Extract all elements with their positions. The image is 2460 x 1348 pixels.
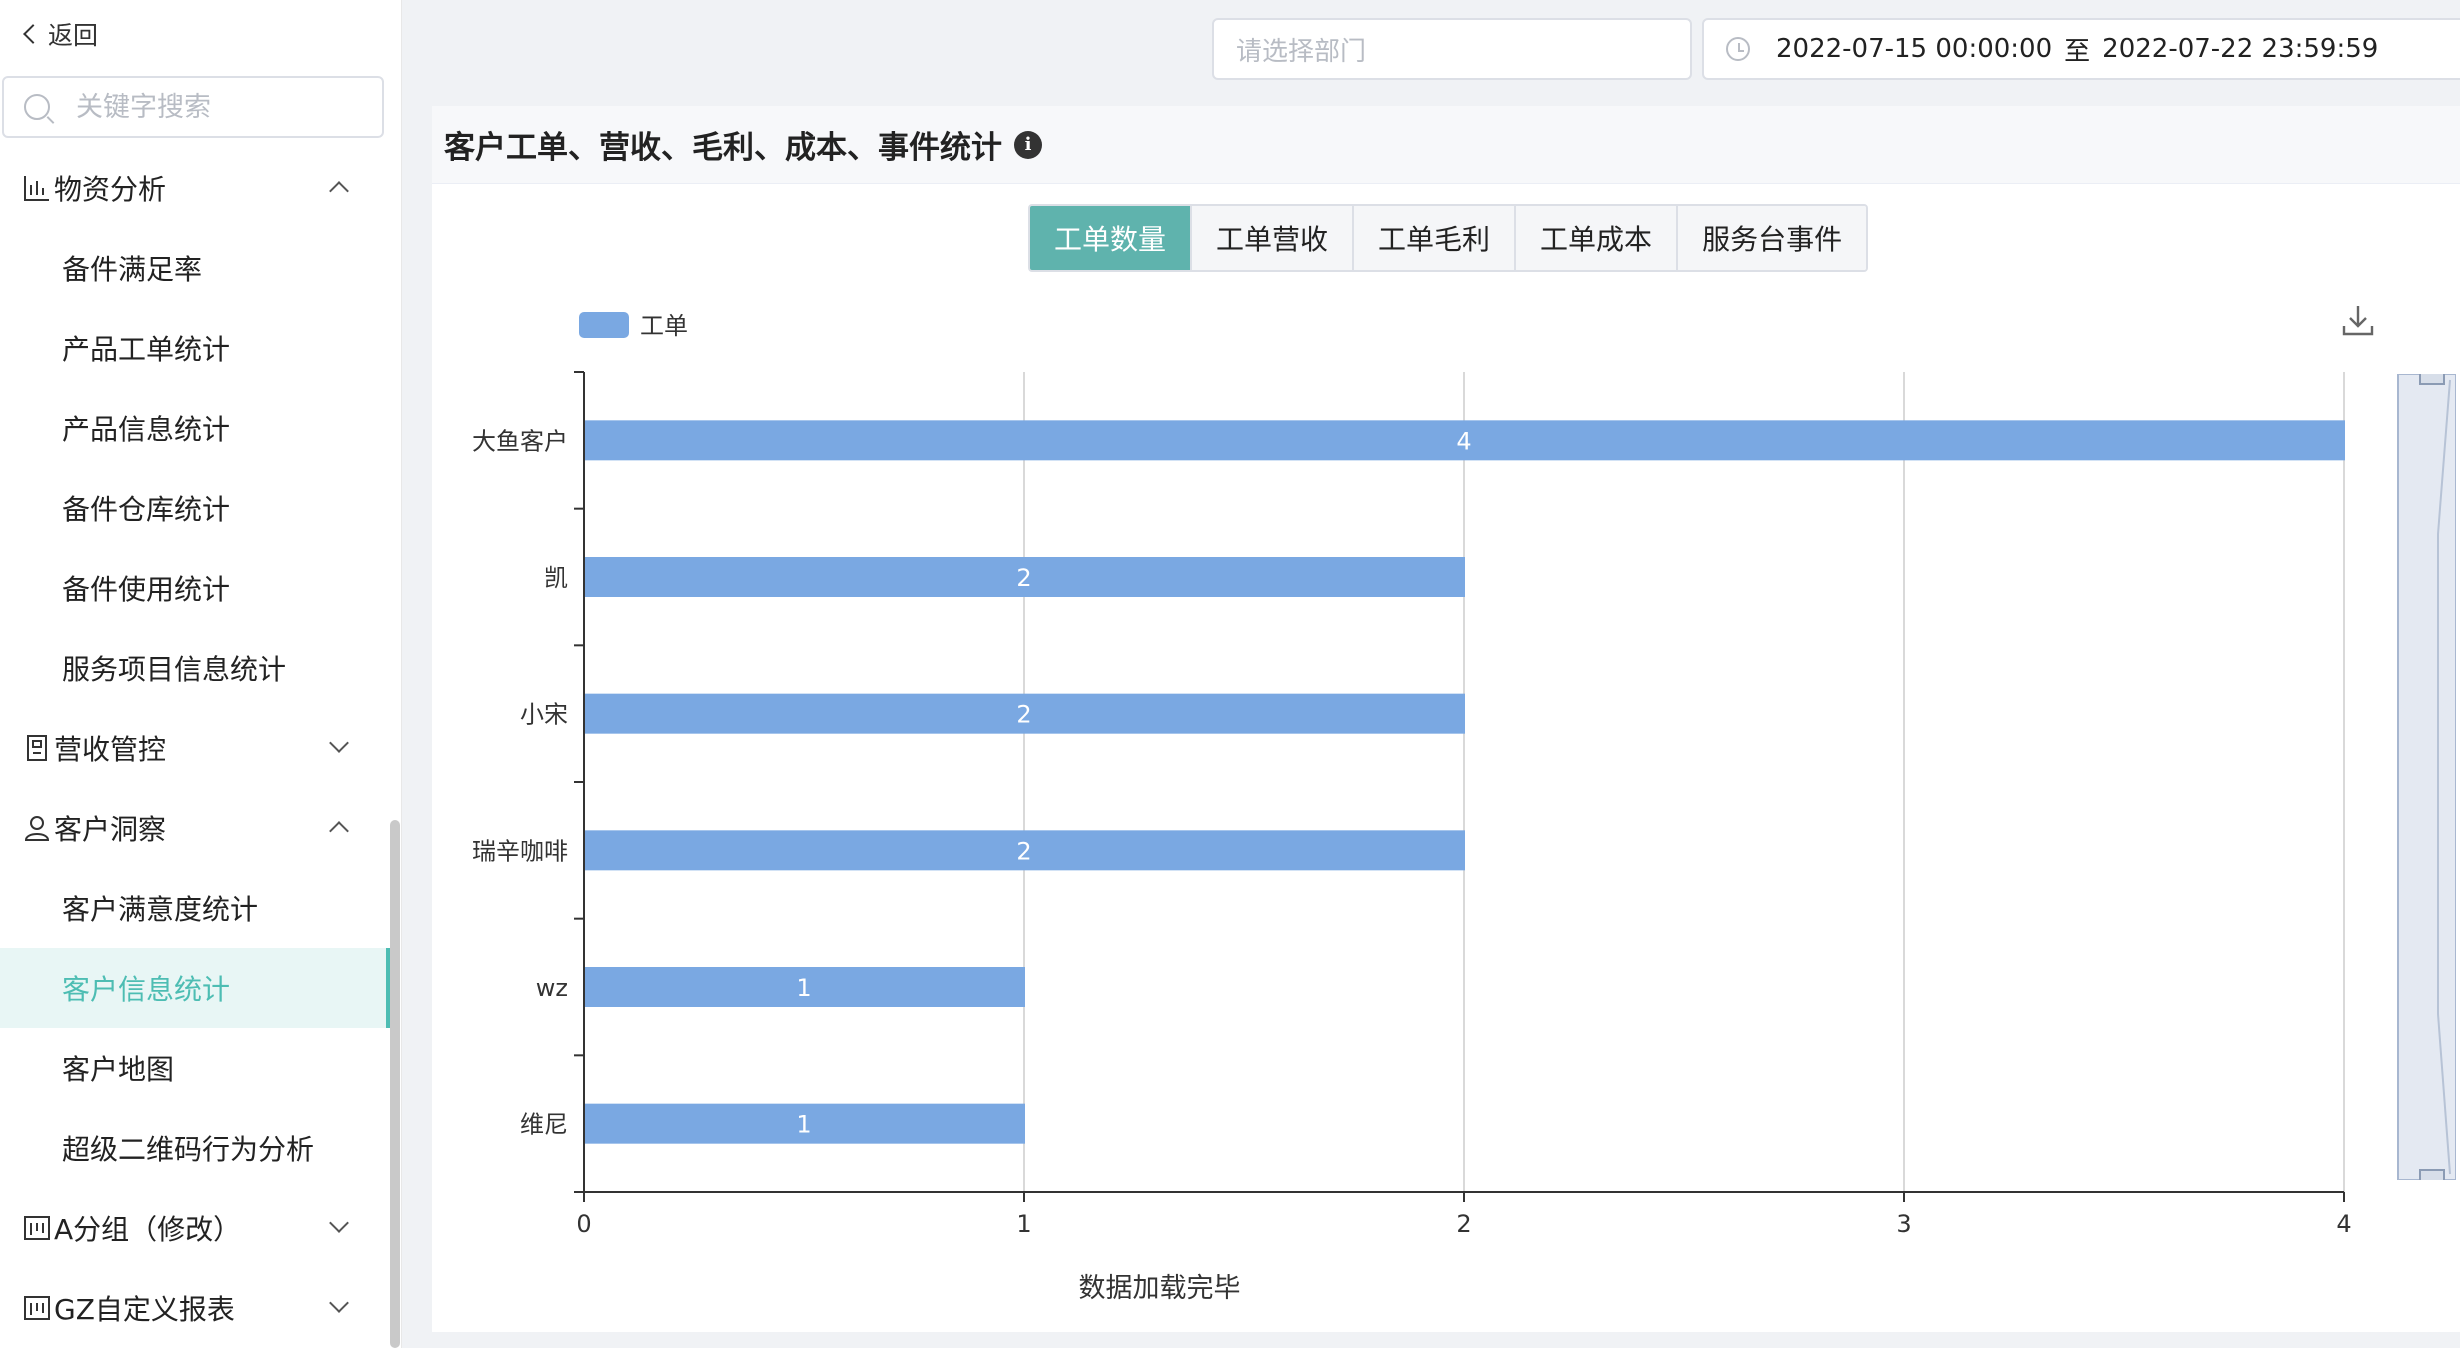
info-icon[interactable]: i	[1014, 130, 1042, 159]
sidebar-item[interactable]: 备件满足率	[0, 228, 390, 308]
bar-chart-icon	[22, 173, 52, 203]
panel-header: 客户工单、营收、毛利、成本、事件统计 i	[432, 106, 2460, 184]
bar-data-label: 4	[1456, 427, 1471, 455]
y-category-label: 大鱼客户	[472, 427, 568, 455]
sidebar-scrollbar[interactable]	[390, 820, 400, 1348]
sidebar: 返回 物资分析备件满足率产品工单统计产品信息统计备件仓库统计备件使用统计服务项目…	[0, 0, 402, 1348]
zoom-slider-track	[2397, 374, 2456, 1180]
sidebar-item[interactable]: 产品工单统计	[0, 308, 390, 388]
bar-data-label: 1	[796, 974, 811, 1002]
stats-panel: 客户工单、营收、毛利、成本、事件统计 i 工单数量 工单营收 工单毛利 工单成本 服务台…	[432, 106, 2460, 1332]
data-zoom-slider[interactable]	[2394, 374, 2456, 1180]
chevron-down-icon	[329, 1213, 349, 1233]
chevron-down-icon	[329, 1293, 349, 1313]
x-tick-label: 2	[1456, 1210, 1471, 1238]
tab-2[interactable]: 工单毛利	[1354, 206, 1517, 270]
sidebar-item[interactable]: 备件使用统计	[0, 548, 390, 628]
sidebar-group-2[interactable]: 客户洞察	[0, 788, 390, 868]
sidebar-item[interactable]: 超级二维码行为分析	[0, 1108, 390, 1188]
sidebar-item[interactable]: 客户信息统计	[0, 948, 390, 1028]
sidebar-item[interactable]: 客户满意度统计	[0, 868, 390, 948]
sidebar-group-1[interactable]: 营收管控	[0, 708, 390, 788]
bar-data-label: 2	[1016, 701, 1031, 729]
sidebar-group-label: A分组（修改）	[54, 1213, 242, 1246]
date-separator: 至	[2064, 36, 2091, 67]
chevron-up-icon	[329, 821, 349, 841]
x-tick-label: 3	[1896, 1210, 1911, 1238]
sidebar-group-label: 物资分析	[54, 173, 167, 206]
chevron-up-icon	[329, 181, 349, 201]
x-tick-label: 4	[2336, 1210, 2351, 1238]
search-input[interactable]	[76, 91, 376, 123]
y-category-label: 维尼	[520, 1111, 568, 1139]
y-category-label: 瑞辛咖啡	[472, 837, 568, 865]
tab-3[interactable]: 工单成本	[1516, 206, 1679, 270]
search-box[interactable]	[2, 76, 384, 138]
sidebar-item[interactable]: 产品信息统计	[0, 388, 390, 468]
x-tick-label: 0	[576, 1210, 591, 1238]
chevron-down-icon	[329, 733, 349, 753]
date-range-picker[interactable]: 2022-07-15 00:00:00 至 2022-07-22 23:59:5…	[1702, 18, 2460, 80]
y-category-label: 小宋	[520, 701, 568, 729]
zoom-handle-top[interactable]	[2419, 374, 2445, 385]
date-start: 2022-07-15 00:00:00	[1776, 34, 2053, 64]
bar-chart: 工单 0 1 2 3 4 4 大鱼客户 2 凯 2 小宋 2 瑞辛咖啡 1 wz 1 维尼	[472, 312, 2352, 1238]
metric-tabs: 工单数量 工单营收 工单毛利 工单成本 服务台事件	[1028, 204, 1869, 272]
back-link[interactable]: 返回	[23, 16, 99, 52]
panel-title: 客户工单、营收、毛利、成本、事件统计	[444, 130, 1002, 166]
board-icon	[22, 1213, 52, 1243]
legend-swatch[interactable]	[579, 312, 629, 338]
building-icon	[22, 733, 52, 763]
date-end: 2022-07-22 23:59:59	[2102, 34, 2379, 64]
sidebar-item[interactable]: 服务项目信息统计	[0, 628, 390, 708]
department-select[interactable]: 请选择部门	[1212, 18, 1692, 80]
bar-data-label: 2	[1016, 564, 1031, 592]
sidebar-group-label: GZ自定义报表	[54, 1293, 235, 1326]
sidebar-group-label: 营收管控	[54, 733, 167, 766]
bar-data-label: 2	[1016, 837, 1031, 865]
sidebar-item[interactable]: 备件仓库统计	[0, 468, 390, 548]
bar-data-label: 1	[796, 1111, 811, 1139]
legend-label: 工单	[640, 312, 688, 340]
tab-4[interactable]: 服务台事件	[1678, 206, 1867, 270]
y-category-label: wz	[536, 974, 568, 1002]
tab-1[interactable]: 工单营收	[1192, 206, 1355, 270]
tab-0[interactable]: 工单数量	[1030, 206, 1193, 270]
x-tick-label: 1	[1016, 1210, 1031, 1238]
sidebar-group-4[interactable]: GZ自定义报表	[0, 1268, 390, 1348]
chevron-left-icon	[23, 24, 43, 44]
chart-status: 数据加载完毕	[1078, 1273, 1241, 1304]
board-icon	[22, 1293, 52, 1323]
department-placeholder: 请选择部门	[1236, 36, 1367, 67]
clock-icon	[1726, 37, 1750, 61]
sidebar-group-0[interactable]: 物资分析	[0, 148, 390, 228]
sidebar-item[interactable]: 客户地图	[0, 1028, 390, 1108]
user-icon	[22, 813, 52, 843]
sidebar-group-3[interactable]: A分组（修改）	[0, 1188, 390, 1268]
search-icon	[24, 94, 50, 120]
y-category-label: 凯	[544, 564, 568, 592]
back-label: 返回	[48, 21, 99, 50]
zoom-handle-bottom[interactable]	[2419, 1169, 2445, 1180]
sidebar-group-label: 客户洞察	[54, 813, 167, 846]
